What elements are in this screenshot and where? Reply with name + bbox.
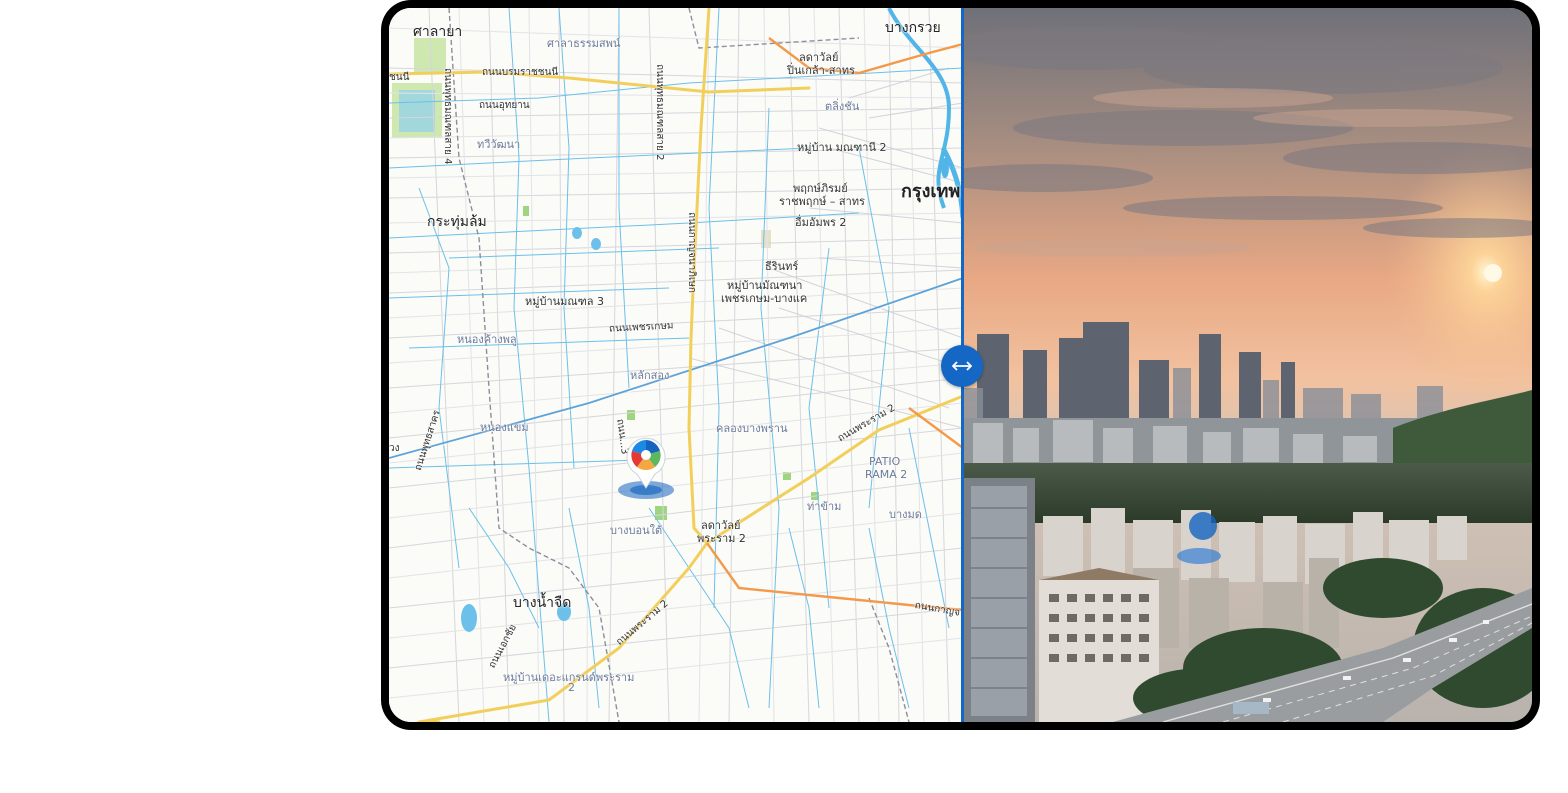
left-right-arrow-icon: [952, 361, 972, 371]
map-label-patio-1: PATIO: [869, 455, 901, 468]
map-label-salaya: ศาลายา: [413, 24, 463, 40]
map-label-road-phutthamonthon-4: ถนนพุทธมณฑลสาย 4: [442, 68, 453, 165]
map-label-bang-bon-tai: บางบอนใต้: [610, 524, 663, 537]
map-label-moo-ban-manthani: หมู่บ้าน มณฑานี 2: [797, 141, 887, 154]
location-pin-icon[interactable]: [625, 434, 667, 490]
map-label-ueam-amphon: อื่มอัมพร 2: [795, 216, 847, 229]
map-pane[interactable]: ศาลายา ศาลาธรรมสพน์ บางกรวย ลดาวัลย์ ปิ่…: [389, 8, 963, 722]
map-label-tha-kham: ท่าข้าม: [807, 500, 842, 513]
map-label-krungthep: กรุงเทพ: [901, 181, 961, 202]
map-label-lak-song: หลักสอง: [630, 369, 670, 382]
map-label-moo-ban-manthana-2: เพชรเกษม-บางแค: [721, 292, 808, 305]
map-label-nong-khang-phlu: หนองค้างพลู: [457, 333, 517, 346]
map-canvas: [389, 8, 963, 722]
map-label-nong-khaem: หนองแขม: [480, 421, 529, 434]
map-label-patio-2: RAMA 2: [865, 468, 908, 481]
city-skyline-photo: [963, 8, 1532, 722]
map-label-chon-left: ชนนี: [389, 72, 410, 83]
map-label-moo-ban-montol: หมู่บ้านมณฑล 3: [525, 295, 605, 308]
photo-pane[interactable]: [963, 8, 1532, 722]
map-label-sala-thammasop: ศาลาธรรมสพน์: [547, 37, 621, 50]
map-label-khlong-bang-phran: คลองบางพราน: [716, 422, 788, 435]
map-label-ladawan-pinklao-2: ปิ่นเกล้า-สาทร: [787, 64, 855, 77]
compare-slider-handle[interactable]: [941, 345, 983, 387]
map-label-road-borom: ถนนบรมราชชนนี: [482, 67, 559, 78]
map-label-moo-ban-grand-2: 2: [568, 681, 575, 694]
map-label-bang-mot: บางมด: [889, 508, 922, 521]
map-label-krathum-lom: กระทุ่มล้ม: [427, 214, 487, 230]
map-label-taling-chan: ตลิ่งชัน: [825, 100, 860, 113]
map-label-thirin: ธีรินทร์: [765, 260, 799, 273]
map-label-road-kanchanaphisek: ถนนกาญจนาภิเษก: [686, 212, 697, 293]
map-label-road-phutthamonthon-2: ถนนพุทธมณฑลสาย 2: [654, 64, 665, 161]
map-label-wang-left: วง: [389, 443, 400, 454]
map-label-bang-kruai: บางกรวย: [885, 20, 941, 36]
map-label-ladawan-rama2-2: พระราม 2: [697, 532, 746, 545]
map-label-phruksa-2: ราชพฤกษ์ – สาทร: [779, 195, 865, 208]
map-label-road-uthayan: ถนนอุทยาน: [479, 100, 530, 111]
map-label-bang-nam-chuet: บางน้ำจืด: [513, 595, 572, 611]
compare-viewer: ศาลายา ศาลาธรรมสพน์ บางกรวย ลดาวัลย์ ปิ่…: [389, 8, 1532, 722]
map-label-thawi-watthana: ทวีวัฒนา: [477, 138, 521, 151]
